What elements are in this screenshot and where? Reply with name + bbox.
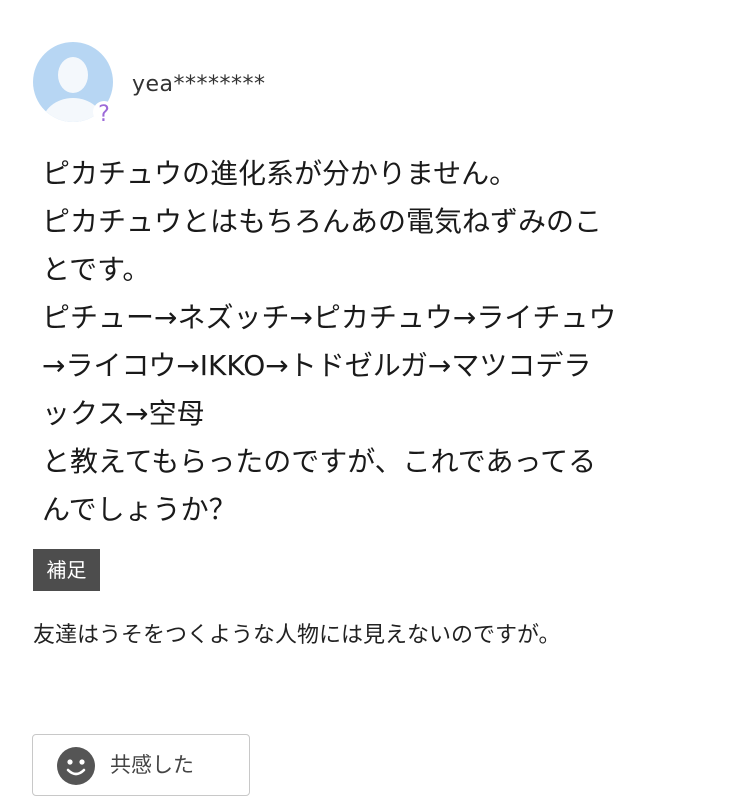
smile-icon <box>57 747 95 785</box>
question-line: ピカチュウの進化系が分かりません。 <box>42 157 518 190</box>
question-line: ピカチュウとはもちろんあの電気ねずみのこ <box>42 205 603 238</box>
default-user-avatar-icon: ? <box>33 42 115 126</box>
question-line: とです。 <box>42 253 151 286</box>
username[interactable]: yea******** <box>132 72 266 97</box>
question-line: んでしょうか？ <box>42 493 237 526</box>
avatar-badge: ? <box>98 102 110 126</box>
empathy-button[interactable]: 共感した <box>32 734 250 796</box>
empathy-button-label: 共感した <box>110 753 194 777</box>
question-line: と教えてもらったのですが、これであってる <box>42 445 597 478</box>
question-line: ックス→空母 <box>42 397 205 430</box>
question-line: ピチュー→ネズッチ→ピカチュウ→ライチュウ <box>42 301 617 334</box>
supplement-badge: 補足 <box>33 549 100 591</box>
question-line: →ライコウ→IKKO→トドゼルガ→マツコデラ <box>42 349 592 382</box>
supplement-text: 友達はうそをつくような人物には見えないのですが。 <box>33 623 561 648</box>
user-avatar[interactable]: ? <box>33 42 117 126</box>
question-body: ピカチュウの進化系が分かりません。 ピカチュウとはもちろんあの電気ねずみのこ と… <box>42 150 722 534</box>
